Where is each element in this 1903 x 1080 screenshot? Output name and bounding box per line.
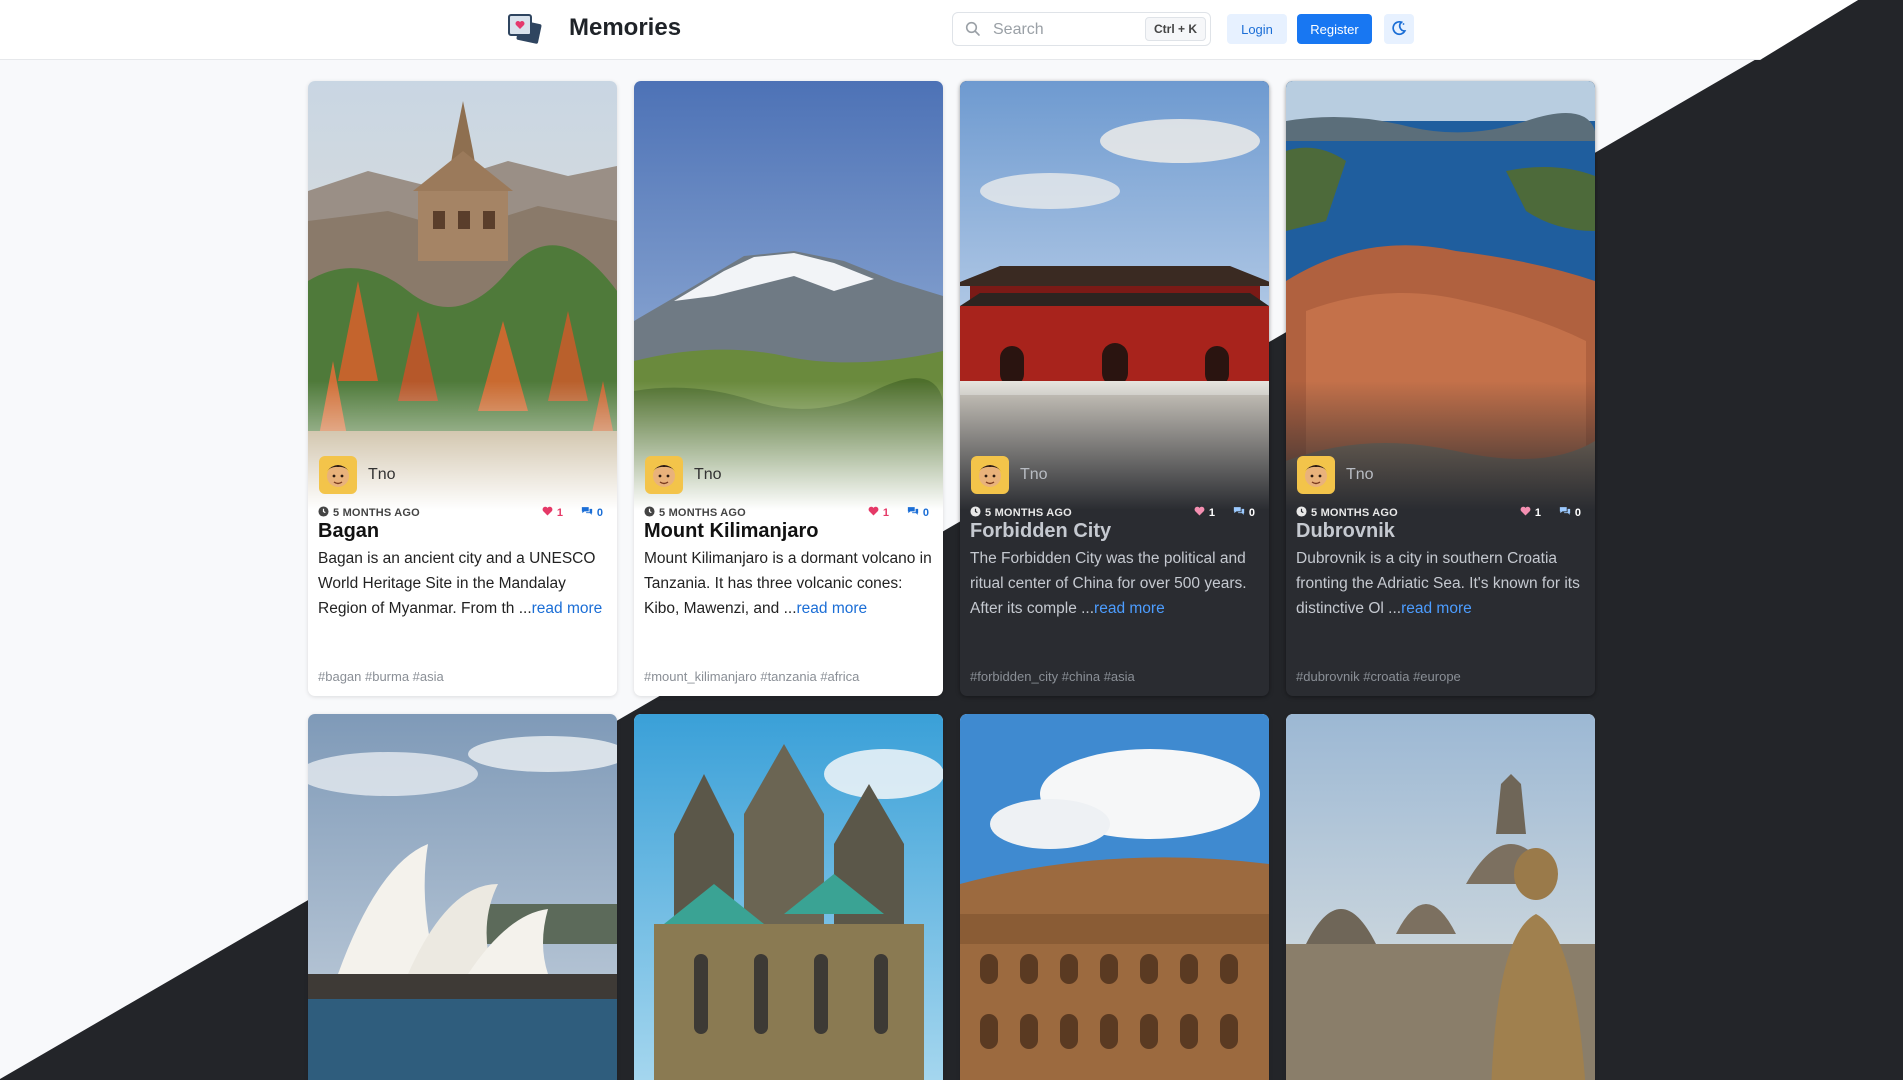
memory-title[interactable]: Dubrovnik (1296, 520, 1395, 543)
image-fade-overlay (308, 381, 617, 521)
memory-title[interactable]: Forbidden City (970, 520, 1111, 543)
memory-description: Mount Kilimanjaro is a dormant volcano i… (644, 550, 932, 617)
register-button[interactable]: Register (1297, 14, 1372, 44)
post-time-text: 5 MONTHS AGO (985, 507, 1072, 519)
memory-tags[interactable]: #forbidden_city #china #asia (970, 669, 1135, 684)
author-name[interactable]: Tno (694, 466, 722, 484)
memory-card[interactable]: Tno 5 MONTHS AGO 1 0 Dubrovnik Dubrovnik… (1286, 81, 1595, 696)
post-time: 5 MONTHS AGO (970, 506, 1072, 520)
comment-icon (1559, 506, 1571, 519)
avatar[interactable] (971, 456, 1009, 494)
memory-image[interactable] (960, 714, 1269, 1080)
heart-icon (1520, 506, 1531, 519)
comment-icon (581, 506, 593, 519)
heart-icon (1194, 506, 1205, 519)
memory-card[interactable]: Tno 5 MONTHS AGO 1 0 Forbidden City The … (960, 81, 1269, 696)
comment-count: 0 (1574, 506, 1581, 519)
memories-logo-icon[interactable] (506, 12, 546, 48)
memory-tags[interactable]: #bagan #burma #asia (318, 669, 444, 684)
heart-icon (542, 506, 553, 519)
author-name[interactable]: Tno (1346, 466, 1374, 484)
memory-card[interactable]: Tno 5 MONTHS AGO 1 0 Mount Kilimanjaro M… (634, 81, 943, 696)
comment-button[interactable]: 0 (1559, 506, 1581, 519)
comment-count: 0 (596, 506, 603, 519)
search-icon (965, 21, 981, 37)
read-more-link[interactable]: read more (532, 600, 603, 617)
memory-image[interactable] (1286, 714, 1595, 1080)
brand-title[interactable]: Memories (569, 14, 681, 42)
memory-image[interactable] (308, 714, 617, 1080)
theme-toggle-button[interactable] (1384, 14, 1414, 44)
search-bar[interactable]: Ctrl + K (952, 12, 1211, 46)
like-button[interactable]: 1 (542, 506, 563, 519)
image-fade-overlay (1286, 381, 1595, 521)
clock-icon (318, 506, 329, 520)
memory-description: The Forbidden City was the political and… (970, 550, 1247, 617)
like-count: 1 (882, 506, 889, 519)
memory-title[interactable]: Mount Kilimanjaro (644, 520, 818, 543)
moon-icon (1391, 20, 1407, 39)
avatar[interactable] (319, 456, 357, 494)
like-button[interactable]: 1 (1520, 506, 1541, 519)
avatar[interactable] (645, 456, 683, 494)
login-button[interactable]: Login (1227, 14, 1287, 44)
comment-count: 0 (922, 506, 929, 519)
author-name[interactable]: Tno (368, 466, 396, 484)
comment-button[interactable]: 0 (581, 506, 603, 519)
memory-description: Dubrovnik is a city in southern Croatia … (1296, 550, 1580, 617)
memory-card[interactable]: Tno 5 MONTHS AGO 1 0 Bagan Bagan is an a… (308, 81, 617, 696)
post-time-text: 5 MONTHS AGO (333, 507, 420, 519)
avatar[interactable] (1297, 456, 1335, 494)
heart-icon (868, 506, 879, 519)
read-more-link[interactable]: read more (1094, 600, 1165, 617)
comment-button[interactable]: 0 (1233, 506, 1255, 519)
like-button[interactable]: 1 (868, 506, 889, 519)
memory-tags[interactable]: #mount_kilimanjaro #tanzania #africa (644, 669, 859, 684)
clock-icon (1296, 506, 1307, 520)
search-shortcut-hint: Ctrl + K (1144, 17, 1206, 41)
memory-card[interactable] (960, 714, 1269, 1080)
read-more-link[interactable]: read more (1401, 600, 1472, 617)
post-time-text: 5 MONTHS AGO (659, 507, 746, 519)
dark-theme-split-background (0, 0, 1903, 1080)
clock-icon (644, 506, 655, 520)
memory-card[interactable] (634, 714, 943, 1080)
comment-button[interactable]: 0 (907, 506, 929, 519)
image-fade-overlay (960, 381, 1269, 521)
post-time: 5 MONTHS AGO (1296, 506, 1398, 520)
like-count: 1 (556, 506, 563, 519)
comment-count: 0 (1248, 506, 1255, 519)
memory-image[interactable] (634, 714, 943, 1080)
search-input[interactable] (993, 19, 1143, 41)
post-time: 5 MONTHS AGO (644, 506, 746, 520)
memory-description: Bagan is an ancient city and a UNESCO Wo… (318, 550, 603, 617)
comment-icon (907, 506, 919, 519)
memory-tags[interactable]: #dubrovnik #croatia #europe (1296, 669, 1461, 684)
top-navbar: Memories Ctrl + K Login Register (0, 0, 1858, 60)
comment-icon (1233, 506, 1245, 519)
post-time-text: 5 MONTHS AGO (1311, 507, 1398, 519)
memory-card[interactable] (1286, 714, 1595, 1080)
clock-icon (970, 506, 981, 520)
like-count: 1 (1208, 506, 1215, 519)
read-more-link[interactable]: read more (797, 600, 868, 617)
author-name[interactable]: Tno (1020, 466, 1048, 484)
memory-title[interactable]: Bagan (318, 520, 379, 543)
post-time: 5 MONTHS AGO (318, 506, 420, 520)
like-count: 1 (1534, 506, 1541, 519)
like-button[interactable]: 1 (1194, 506, 1215, 519)
memory-card[interactable] (308, 714, 617, 1080)
image-fade-overlay (634, 381, 943, 521)
